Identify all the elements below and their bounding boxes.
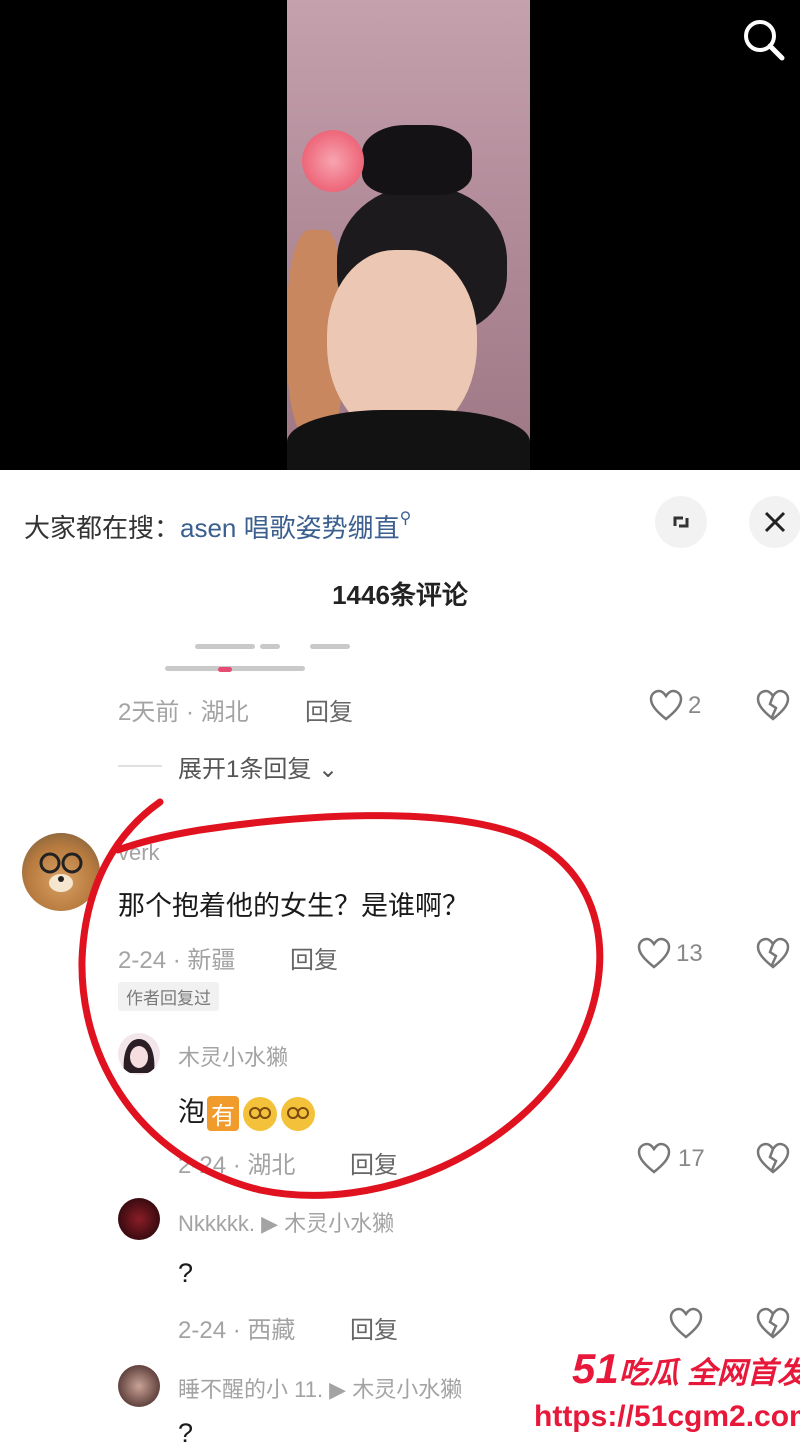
reply-button[interactable]: 回复 bbox=[350, 1310, 398, 1345]
dislike-icon[interactable] bbox=[755, 1306, 791, 1342]
reply-text: ? bbox=[178, 1258, 194, 1288]
reply-text: ? bbox=[178, 1418, 194, 1448]
reply-time-location: 2-24 · 西藏 bbox=[178, 1317, 296, 1344]
like-icon[interactable] bbox=[668, 1306, 704, 1342]
reply-username[interactable]: Nkkkkk. ▶ 木灵小水獭 bbox=[178, 1206, 394, 1238]
watermark-url: https://51cgm2.com bbox=[530, 1400, 800, 1434]
watermark-logo: 51吃瓜 全网首发 bbox=[572, 1345, 800, 1392]
avatar[interactable] bbox=[118, 1365, 160, 1407]
avatar[interactable] bbox=[118, 1198, 160, 1240]
reply-username[interactable]: 睡不醒的小 11. ▶ 木灵小水獭 bbox=[178, 1372, 462, 1404]
